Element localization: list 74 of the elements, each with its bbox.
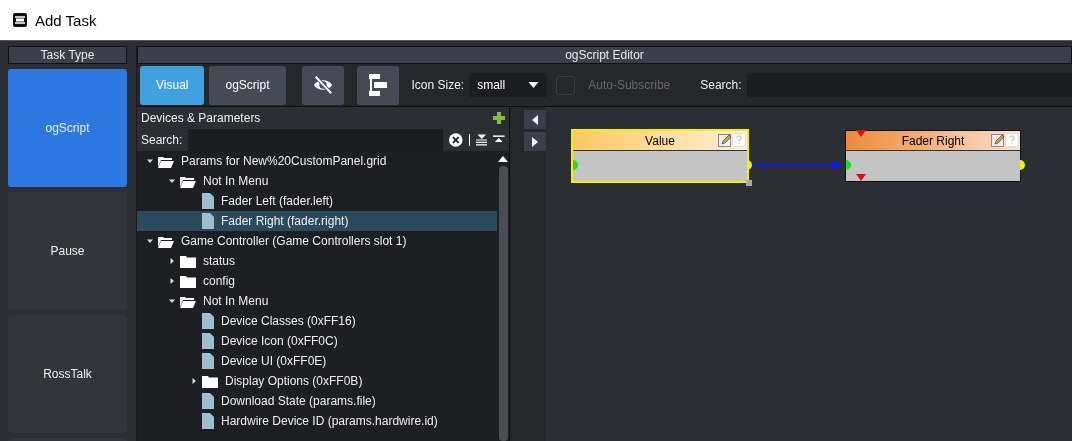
add-icon[interactable] — [493, 112, 505, 124]
folder-icon — [180, 274, 196, 288]
open-folder-icon — [158, 234, 174, 248]
folder-icon — [180, 254, 196, 268]
tree-item[interactable]: Display Options (0xFF0B) — [137, 371, 497, 391]
tree-item[interactable]: Download State (params.file) — [137, 391, 497, 411]
tree-item[interactable]: Params for New%20CustomPanel.grid — [137, 151, 497, 171]
tree-item[interactable]: config — [137, 271, 497, 291]
panel-title: Devices & Parameters — [141, 111, 261, 125]
search-label: Search: — [700, 78, 742, 92]
output-port-icon[interactable] — [1020, 160, 1025, 170]
task-type-button[interactable]: ogScript — [8, 69, 127, 187]
tree-item[interactable]: Device Icon (0xFF0C) — [137, 331, 497, 351]
mode-tab[interactable]: ogScript — [209, 65, 286, 105]
document-icon — [202, 313, 214, 329]
edit-icon[interactable] — [718, 133, 732, 147]
caret-icon[interactable] — [169, 298, 175, 304]
app-logo-icon — [13, 13, 27, 27]
document-icon — [202, 333, 214, 349]
icon-size-label: Icon Size: — [411, 78, 465, 92]
node-title: Value — [645, 133, 675, 148]
caret-icon[interactable] — [169, 178, 175, 184]
resize-handle[interactable] — [746, 180, 752, 186]
window-title: Add Task — [35, 11, 97, 29]
trigger-out-icon[interactable] — [856, 174, 866, 181]
tree-item[interactable]: Game Controller (Game Controllers slot 1) — [137, 231, 497, 251]
input-port-icon[interactable] — [846, 160, 851, 170]
flow-node[interactable]: Value — [571, 129, 749, 183]
open-folder-icon — [158, 154, 174, 168]
tree-item[interactable]: Device Classes (0xFF16) — [137, 311, 497, 331]
task-type-button[interactable]: Pause — [8, 192, 127, 310]
open-folder-icon — [180, 294, 196, 308]
document-icon — [202, 413, 214, 429]
caret-icon[interactable] — [147, 158, 153, 164]
folder-icon — [202, 374, 218, 388]
search-label: Search: — [141, 133, 183, 147]
scrollbar-thumb[interactable] — [498, 166, 508, 441]
icon-size-dropdown[interactable]: small — [469, 73, 548, 97]
node-title: Fader Right — [901, 133, 965, 148]
document-icon — [202, 213, 214, 229]
panel-header: Task Type — [8, 46, 127, 64]
tree-item[interactable]: Hardwire Device ID (params.hardwire.id) — [137, 411, 497, 431]
open-folder-icon — [180, 174, 196, 188]
task-type-button[interactable]: RossTalk — [8, 315, 127, 433]
flowchart-icon[interactable] — [367, 73, 388, 97]
tree-item[interactable]: Fader Right (fader.right) — [137, 211, 497, 231]
collapse-panel-button[interactable] — [524, 110, 546, 129]
caret-icon[interactable] — [528, 82, 540, 88]
tree-item[interactable]: Fader Left (fader.left) — [137, 191, 497, 211]
tree-item[interactable]: status — [137, 251, 497, 271]
caret-icon[interactable] — [147, 238, 153, 244]
flowchart-icon-button[interactable] — [356, 65, 399, 105]
trigger-in-icon[interactable] — [856, 130, 866, 137]
expand-all-icon[interactable] — [475, 134, 488, 146]
clear-icon[interactable] — [449, 133, 463, 147]
auto-subscribe-label: Auto-Subscribe — [588, 78, 671, 92]
edit-icon[interactable] — [991, 133, 1005, 147]
right-arrow-icon[interactable] — [532, 136, 538, 147]
document-icon — [202, 353, 214, 369]
caret-icon[interactable] — [191, 378, 197, 384]
input-port-icon[interactable] — [573, 160, 578, 170]
document-icon — [202, 193, 214, 209]
caret-icon[interactable] — [169, 278, 175, 284]
document-icon — [202, 393, 214, 409]
expand-panel-button[interactable] — [524, 132, 546, 151]
scroll-up-icon[interactable] — [498, 156, 508, 162]
hide-icon-button[interactable] — [301, 65, 344, 105]
left-arrow-icon[interactable] — [532, 114, 538, 125]
panel-header: ogScript Editor — [137, 46, 1072, 64]
tree-item[interactable]: Device UI (0xFF0E) — [137, 351, 497, 371]
tree-item[interactable]: Not In Menu — [137, 171, 497, 191]
tree-item[interactable]: Not In Menu — [137, 291, 497, 311]
output-port-icon[interactable] — [747, 160, 752, 170]
caret-icon[interactable] — [169, 258, 175, 264]
